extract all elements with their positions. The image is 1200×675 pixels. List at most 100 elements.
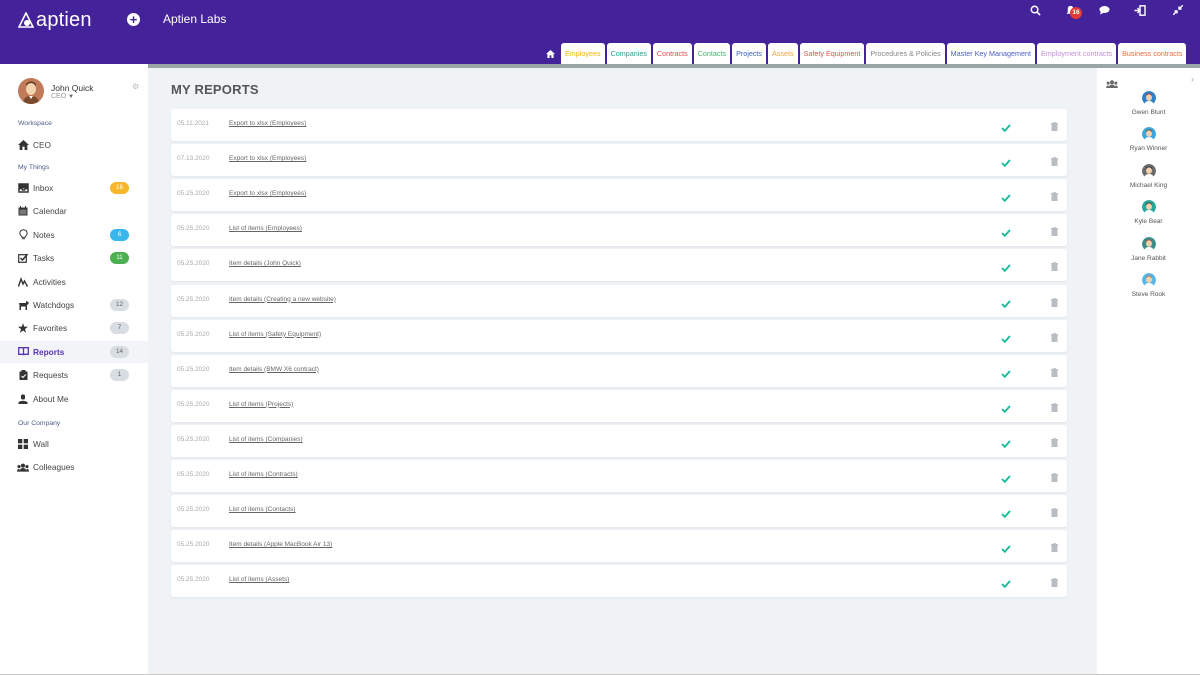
sidebar-item-colleagues[interactable]: Colleagues	[0, 456, 148, 478]
colleague-item[interactable]: Jane Rabbit	[1097, 236, 1200, 271]
trash-icon[interactable]	[1051, 153, 1059, 167]
tab-procedures-policies[interactable]: Procedures & Policies	[866, 43, 945, 64]
sidebar-item-reports[interactable]: Reports 14	[0, 340, 148, 363]
trash-icon[interactable]	[1051, 434, 1059, 447]
tab-contracts[interactable]: Contracts	[652, 43, 692, 64]
chat-icon[interactable]	[1094, 0, 1114, 20]
organization-name[interactable]: Aptien Labs	[163, 12, 226, 26]
sidebar-item-activities[interactable]: Activities	[0, 271, 148, 293]
colleague-item[interactable]: Ryan Winner	[1097, 127, 1200, 161]
report-link[interactable]: List of items (Safety Equipment)	[229, 331, 321, 338]
sidebar-item-requests[interactable]: Requests 1	[0, 364, 148, 386]
colleague-name: Gwen Blunt	[1131, 109, 1166, 116]
report-link[interactable]: List of items (Employees)	[229, 225, 302, 232]
sidebar-item-ceo[interactable]: CEO	[0, 134, 148, 156]
report-date: 05.25.2020	[177, 400, 210, 408]
chevron-right-icon[interactable]: ›	[1191, 74, 1194, 84]
colleague-item[interactable]: Kyle Bear	[1097, 200, 1200, 234]
report-link[interactable]: List of items (Companies)	[229, 436, 303, 443]
colleague-item[interactable]: Gwen Blunt	[1097, 91, 1200, 125]
logo-icon	[18, 12, 34, 28]
trash-icon[interactable]	[1051, 188, 1059, 202]
report-link[interactable]: Item details (John Quick)	[229, 260, 301, 267]
tab-companies[interactable]: Companies	[606, 43, 651, 64]
sidebar-item-about-me[interactable]: About Me	[0, 388, 148, 410]
plus-circle-icon[interactable]: +	[127, 13, 140, 26]
notifications-button[interactable]: 16	[1060, 0, 1082, 20]
report-link[interactable]: List of items (Contacts)	[229, 506, 295, 513]
report-date: 05.25.2020	[177, 541, 210, 549]
activity-icon	[17, 276, 29, 288]
avatar	[1142, 273, 1156, 287]
trash-icon[interactable]	[1051, 223, 1059, 237]
star-icon	[17, 322, 29, 334]
tab-employees[interactable]: Employees	[561, 43, 605, 64]
report-link[interactable]: List of items (Projects)	[229, 401, 293, 408]
sidebar-item-notes[interactable]: Notes 6	[0, 224, 148, 246]
logo-text: aptien	[36, 8, 92, 31]
trash-icon[interactable]	[1051, 399, 1059, 412]
report-link[interactable]: Item details (BMW X6 contract)	[229, 366, 319, 373]
tab-contacts[interactable]: Contacts	[693, 43, 731, 64]
trash-icon[interactable]	[1051, 118, 1059, 131]
profile-role-dropdown[interactable]: CEO ▼	[51, 93, 74, 100]
report-link[interactable]: Export to xlsx (Employees)	[229, 190, 306, 197]
report-date: 05.25.2020	[177, 260, 210, 268]
report-link[interactable]: Export to xlsx (Employees)	[229, 155, 306, 162]
tab-projects[interactable]: Projects	[732, 43, 767, 64]
report-link[interactable]: List of items (Contracts)	[229, 471, 298, 478]
search-icon[interactable]	[1025, 0, 1045, 20]
sidebar-item-favorites[interactable]: Favorites 7	[0, 317, 148, 339]
users-icon	[17, 461, 29, 473]
report-row: 07.13.2020 Export to xlsx (Employees)	[171, 144, 1067, 177]
tab-assets[interactable]: Assets	[768, 43, 798, 64]
colleague-name: Kyle Bear	[1134, 218, 1163, 226]
app-logo[interactable]: aptien	[18, 9, 92, 31]
sidebar-item-label: About Me	[33, 393, 69, 404]
report-row: 05.25.2020 Export to xlsx (Employees)	[171, 179, 1067, 212]
collapse-icon[interactable]	[1168, 0, 1188, 20]
colleague-item[interactable]: Steve Rook	[1097, 273, 1200, 307]
tab-employment-contracts[interactable]: Employment contracts	[1036, 43, 1117, 64]
sidebar-item-label: CEO	[33, 140, 51, 150]
sidebar-item-tasks[interactable]: Tasks 11	[0, 247, 148, 269]
trash-icon[interactable]	[1051, 504, 1059, 518]
trash-icon[interactable]	[1051, 258, 1059, 272]
logout-icon[interactable]	[1130, 0, 1150, 20]
home-icon	[546, 49, 555, 58]
colleague-item[interactable]: Michael King	[1097, 163, 1200, 198]
report-row: 05.25.2020 Item details (Creating a new w…	[171, 284, 1067, 317]
trash-icon[interactable]	[1051, 574, 1059, 588]
report-date: 05.25.2020	[177, 576, 210, 584]
section-workspace: Workspace	[18, 120, 52, 127]
tab-safety-equipment[interactable]: Safety Equipment	[799, 43, 865, 64]
check-icon	[1001, 259, 1012, 273]
sidebar-item-label: Colleagues	[33, 462, 75, 472]
report-link[interactable]: Export to xlsx (Employees)	[229, 120, 306, 127]
avatar	[1142, 91, 1156, 105]
report-link[interactable]: Item details (Apple MacBook Air 13)	[229, 541, 332, 548]
gear-icon[interactable]: ⚙	[132, 83, 139, 91]
colleague-name: Jane Rabbit	[1131, 254, 1166, 262]
trash-icon[interactable]	[1051, 469, 1059, 482]
check-icon	[1001, 154, 1012, 168]
sidebar-item-watchdogs[interactable]: Watchdogs 12	[0, 294, 148, 316]
report-link[interactable]: List of items (Assets)	[229, 576, 289, 583]
check-icon	[1001, 505, 1012, 519]
trash-icon[interactable]	[1051, 364, 1059, 377]
colleague-name: Michael King	[1129, 181, 1168, 189]
trash-icon[interactable]	[1051, 539, 1059, 553]
tab-master-key-management[interactable]: Master Key Management	[946, 43, 1035, 64]
sidebar-item-wall[interactable]: Wall	[0, 433, 148, 455]
sidebar-item-label: Calendar	[33, 206, 67, 217]
report-link[interactable]: Item details (Creating a new website)	[229, 296, 336, 303]
sidebar-item-inbox[interactable]: Inbox 16	[0, 177, 148, 199]
check-icon	[1001, 400, 1012, 413]
tab-home[interactable]	[542, 43, 559, 64]
tab-business-contracts[interactable]: Business contracts	[1118, 43, 1187, 64]
trash-icon[interactable]	[1051, 294, 1059, 307]
trash-icon[interactable]	[1051, 329, 1059, 342]
grid-icon	[17, 438, 29, 450]
report-row: 05.25.2020 List of items (Companies)	[171, 424, 1067, 457]
sidebar-item-calendar[interactable]: Calendar	[0, 200, 148, 222]
